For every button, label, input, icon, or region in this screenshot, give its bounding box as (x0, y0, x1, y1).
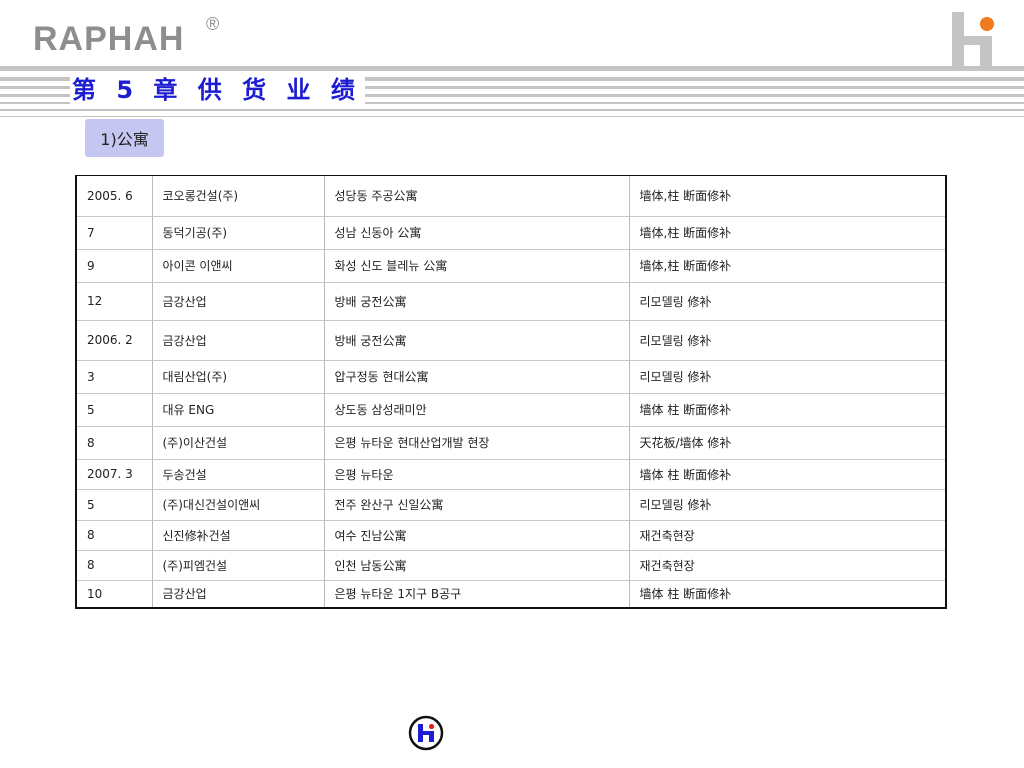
company-cell: 아이콘 이앤씨 (151, 249, 324, 283)
company-cell: 금강산업 (151, 282, 324, 321)
work-cell: 墙体 柱 断面修补 (628, 459, 945, 490)
project-cell: 여수 진남公寓 (323, 520, 629, 551)
table-row: 7 동덕기공(주) 성남 신동아 公寓 墙体,柱 断面修补 (77, 216, 945, 250)
project-cell: 성당동 주공公寓 (323, 176, 629, 217)
work-cell: 天花板/墙体 修补 (628, 426, 945, 460)
work-cell: 墙体,柱 断面修补 (628, 249, 945, 283)
work-cell: 墙体,柱 断面修补 (628, 176, 945, 217)
registered-mark: ® (206, 14, 220, 34)
project-cell: 방배 궁전公寓 (323, 320, 629, 361)
date-cell: 3 (77, 360, 152, 394)
project-cell: 상도동 삼성래미안 (323, 393, 629, 427)
date-cell: 8 (77, 550, 152, 581)
date-cell: 2007. 3 (77, 459, 152, 490)
company-cell: 대림산업(주) (151, 360, 324, 394)
brand-name: RAPHAH (33, 20, 185, 58)
table-row: 3 대림산업(주) 압구정동 현대公寓 리모델링 修补 (77, 360, 945, 394)
company-cell: (주)이산건설 (151, 426, 324, 460)
date-cell: 5 (77, 393, 152, 427)
date-cell: 12 (77, 282, 152, 321)
table-row: 2005. 6 코오롱건설(주) 성당동 주공公寓 墙体,柱 断面修补 (77, 176, 945, 217)
work-cell: 리모델링 修补 (628, 320, 945, 361)
work-cell: 리모델링 修补 (628, 282, 945, 321)
table-row: 2007. 3 두송건설 은평 뉴타운 墙体 柱 断面修补 (77, 459, 945, 490)
project-cell: 은평 뉴타운 현대산업개발 현장 (323, 426, 629, 460)
company-logo-icon (952, 12, 994, 66)
date-cell: 9 (77, 249, 152, 283)
table-row: 8 (주)피엠건설 인천 남동公寓 재건축현장 (77, 550, 945, 581)
company-emblem-icon (408, 715, 444, 751)
table-row: 5 대유 ENG 상도동 삼성래미안 墙体 柱 断面修补 (77, 393, 945, 427)
company-cell: 신진修补건설 (151, 520, 324, 551)
company-cell: (주)대신건설이앤씨 (151, 489, 324, 521)
date-cell: 8 (77, 426, 152, 460)
company-cell: 금강산업 (151, 580, 324, 607)
table-row: 5 (주)대신건설이앤씨 전주 완산구 신일公寓 리모델링 修补 (77, 489, 945, 521)
project-cell: 은평 뉴타운 1지구 B공구 (323, 580, 629, 607)
company-cell: (주)피엠건설 (151, 550, 324, 581)
project-cell: 압구정동 현대公寓 (323, 360, 629, 394)
table-row: 9 아이콘 이앤씨 화성 신도 블레뉴 公寓 墙体,柱 断面修补 (77, 249, 945, 283)
project-cell: 전주 완산구 신일公寓 (323, 489, 629, 521)
work-cell: 재건축현장 (628, 520, 945, 551)
company-cell: 코오롱건설(주) (151, 176, 324, 217)
supply-record-table: 2005. 6 코오롱건설(주) 성당동 주공公寓 墙体,柱 断面修补 7 동덕기공(주)… (75, 175, 947, 609)
project-cell: 은평 뉴타운 (323, 459, 629, 490)
project-cell: 화성 신도 블레뉴 公寓 (323, 249, 629, 283)
table-row: 12 금강산업 방배 궁전公寓 리모델링 修补 (77, 282, 945, 321)
date-cell: 7 (77, 216, 152, 250)
chapter-title: 第 5 章 供 货 业 绩 (70, 73, 365, 107)
project-cell: 성남 신동아 公寓 (323, 216, 629, 250)
table-row: 8 신진修补건설 여수 진남公寓 재건축현장 (77, 520, 945, 551)
company-cell: 금강산업 (151, 320, 324, 361)
work-cell: 리모델링 修补 (628, 360, 945, 394)
project-cell: 방배 궁전公寓 (323, 282, 629, 321)
section-badge: 1)公寓 (85, 119, 164, 157)
company-cell: 대유 ENG (151, 393, 324, 427)
date-cell: 2006. 2 (77, 320, 152, 361)
date-cell: 2005. 6 (77, 176, 152, 217)
company-cell: 두송건설 (151, 459, 324, 490)
work-cell: 재건축현장 (628, 550, 945, 581)
table-row: 8 (주)이산건설 은평 뉴타운 현대산업개발 현장 天花板/墙体 修补 (77, 426, 945, 460)
table-row: 2006. 2 금강산업 방배 궁전公寓 리모델링 修补 (77, 320, 945, 361)
work-cell: 墙体 柱 断面修补 (628, 393, 945, 427)
company-cell: 동덕기공(주) (151, 216, 324, 250)
table-row: 10 금강산업 은평 뉴타운 1지구 B공구 墙体 柱 断面修补 (77, 580, 945, 607)
work-cell: 墙体 柱 断面修补 (628, 580, 945, 607)
project-cell: 인천 남동公寓 (323, 550, 629, 581)
date-cell: 10 (87, 586, 103, 601)
date-cell: 5 (77, 489, 152, 521)
work-cell: 리모델링 修补 (628, 489, 945, 521)
work-cell: 墙体,柱 断面修补 (628, 216, 945, 250)
date-cell: 8 (77, 520, 152, 551)
